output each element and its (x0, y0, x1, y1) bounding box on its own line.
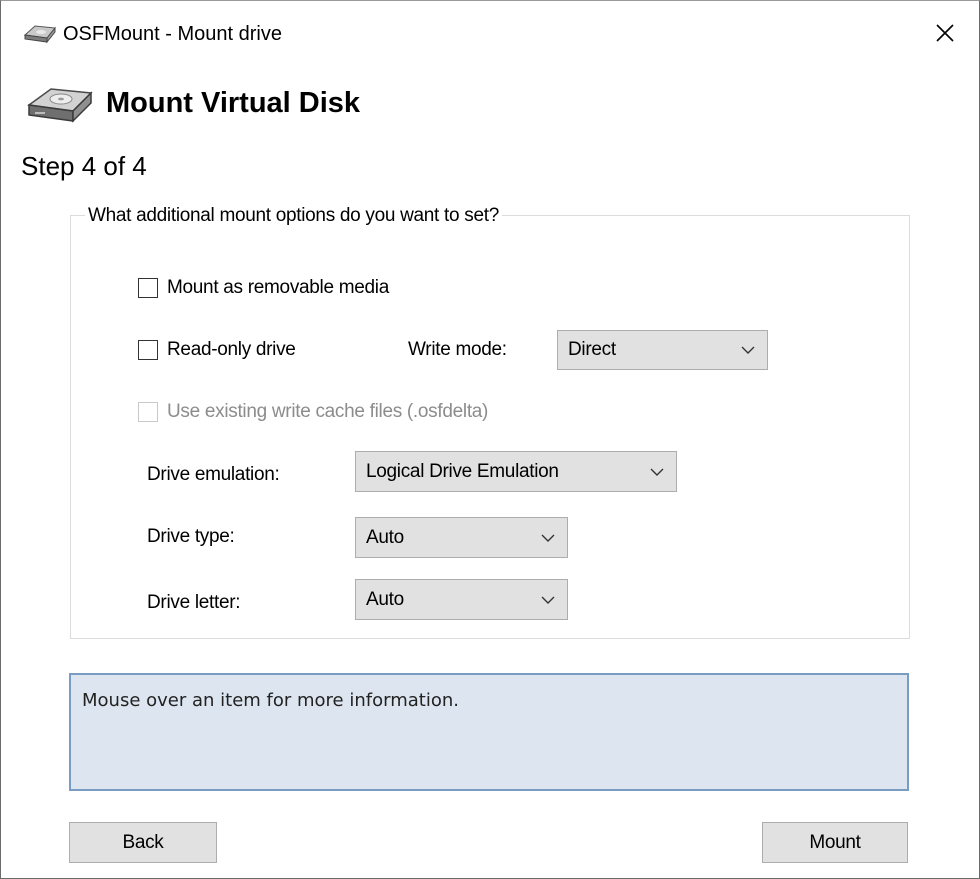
disk-drive-icon (23, 83, 95, 127)
window-title: OSFMount - Mount drive (63, 23, 282, 45)
removable-media-checkbox[interactable]: Mount as removable media (138, 276, 389, 300)
write-cache-label: Use existing write cache files (.osfdelt… (167, 401, 489, 422)
drive-emulation-value: Logical Drive Emulation (366, 460, 559, 482)
write-cache-checkbox: Use existing write cache files (.osfdelt… (138, 400, 488, 424)
chevron-down-icon (541, 534, 555, 542)
drive-type-label: Drive type: (147, 526, 235, 547)
drive-type-select[interactable]: Auto (355, 517, 568, 558)
chevron-down-icon (650, 468, 664, 476)
step-indicator: Step 4 of 4 (21, 151, 147, 181)
close-button[interactable] (923, 13, 967, 53)
chevron-down-icon (741, 346, 755, 354)
disk-drive-icon (21, 23, 57, 45)
write-mode-select[interactable]: Direct (557, 330, 768, 370)
checkbox-box (138, 402, 158, 422)
read-only-label: Read-only drive (167, 339, 296, 360)
drive-letter-label: Drive letter: (147, 592, 241, 613)
removable-media-label: Mount as removable media (167, 277, 389, 298)
read-only-checkbox[interactable]: Read-only drive (138, 338, 296, 362)
drive-type-value: Auto (366, 526, 404, 548)
back-button[interactable]: Back (69, 822, 217, 863)
write-mode-value: Direct (568, 339, 616, 360)
drive-emulation-select[interactable]: Logical Drive Emulation (355, 451, 677, 492)
checkbox-box[interactable] (138, 278, 158, 298)
mount-drive-dialog: OSFMount - Mount drive Mount Virtual Dis… (0, 0, 980, 879)
drive-letter-value: Auto (366, 588, 404, 610)
close-icon (936, 24, 954, 42)
page-title: Mount Virtual Disk (106, 87, 361, 119)
write-mode-label: Write mode: (408, 339, 507, 360)
info-panel: Mouse over an item for more information. (69, 673, 909, 791)
drive-letter-select[interactable]: Auto (355, 579, 568, 620)
checkbox-box[interactable] (138, 340, 158, 360)
info-text: Mouse over an item for more information. (82, 690, 459, 711)
title-bar: OSFMount - Mount drive (1, 1, 979, 67)
mount-options-group-title: What additional mount options do you wan… (85, 204, 502, 228)
drive-emulation-label: Drive emulation: (147, 464, 280, 485)
chevron-down-icon (541, 596, 555, 604)
mount-button[interactable]: Mount (762, 822, 908, 863)
